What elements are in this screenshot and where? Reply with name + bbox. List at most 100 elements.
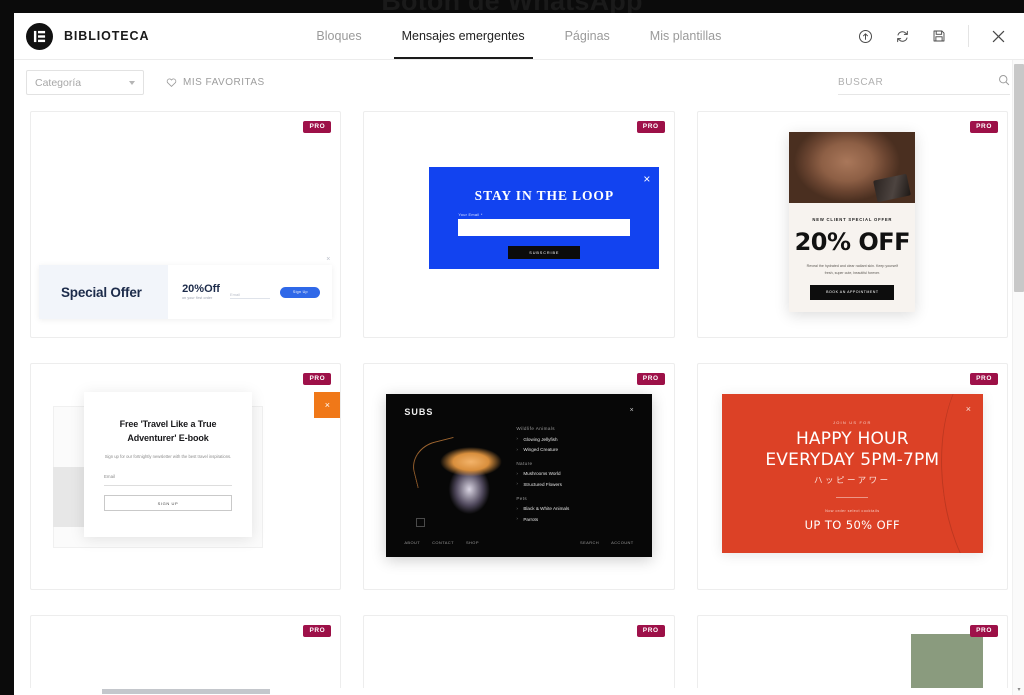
template-thumbnail: × JOIN US FOR HAPPY HOUR EVERYDAY 5PM-7P… — [698, 364, 1007, 589]
green-block — [911, 634, 983, 695]
special-offer-email-field: Email — [229, 285, 271, 299]
tab-bar: Bloques Mensajes emergentes Páginas Mis … — [296, 13, 741, 59]
pro-badge: PRO — [303, 625, 332, 637]
pro-badge: PRO — [303, 121, 332, 133]
happy-hour-japanese: ハッピーアワー — [813, 475, 891, 486]
menu-group-label: Pets — [516, 495, 528, 501]
pro-badge: PRO — [303, 373, 332, 385]
horizontal-scrollbar-thumb[interactable] — [102, 689, 270, 694]
template-thumbnail: NEW CLIENT SPECIAL OFFER 20% OFF Reveal … — [698, 112, 1007, 337]
special-offer-subtext: on your first order — [182, 296, 213, 301]
menu-item: Parrots — [516, 517, 569, 523]
filter-toolbar: Categoría MIS FAVORITAS — [14, 60, 1024, 105]
tab-mensajes-emergentes[interactable]: Mensajes emergentes — [382, 13, 545, 59]
search-icon[interactable] — [998, 73, 1010, 91]
close-icon: × — [314, 392, 341, 418]
special-offer-bar: Special Offer × 20%Off on your first ord… — [39, 256, 333, 319]
pro-badge: PRO — [636, 121, 665, 133]
footer-link: SHOP — [465, 540, 479, 545]
screen: Botón de WhatsApp BIBLIOTECA Bloques Men… — [0, 0, 1024, 695]
chevron-down-icon — [129, 80, 135, 85]
template-card-travel-ebook[interactable]: PRO Free 'Travel Like a True Adventurer'… — [30, 363, 342, 590]
my-favorites-button[interactable]: MIS FAVORITAS — [166, 77, 265, 88]
pro-badge: PRO — [970, 625, 998, 637]
close-icon: × — [643, 172, 651, 186]
template-card-partial-7[interactable]: PRO — [30, 615, 342, 695]
menu-item: Structured Flowers — [516, 482, 569, 488]
header-divider — [968, 25, 969, 47]
menu-group-label: Wildlife Animals — [516, 426, 555, 431]
header-actions — [741, 25, 1024, 47]
menu-item: Black & White Animals — [516, 507, 569, 512]
upload-icon[interactable] — [855, 26, 875, 46]
brand: BIBLIOTECA — [14, 22, 296, 50]
menu-item: Winged Creature — [516, 448, 569, 453]
modal-header: BIBLIOTECA Bloques Mensajes emergentes P… — [14, 13, 1024, 60]
template-card-special-offer-bar[interactable]: PRO Special Offer × 20%Off on your first… — [30, 111, 342, 338]
template-card-partial-8[interactable]: PRO Its a tip × — [363, 615, 675, 695]
template-card-partial-9[interactable]: PRO Hi — [696, 615, 1008, 695]
template-thumbnail: Hi — [698, 616, 1007, 695]
search-input[interactable] — [838, 76, 1010, 88]
menu-logo: SUBS — [404, 407, 434, 417]
brand-title: BIBLIOTECA — [64, 29, 150, 43]
search-box — [838, 71, 1010, 95]
pro-badge: PRO — [636, 373, 665, 385]
pro-badge: PRO — [636, 625, 665, 637]
close-icon: × — [326, 256, 331, 263]
travel-ebook-popup: Free 'Travel Like a True Adventurer' E-b… — [84, 392, 252, 537]
heart-icon — [166, 77, 177, 88]
happy-hour-note: Now order select cocktails — [825, 509, 880, 514]
category-select[interactable]: Categoría — [26, 70, 144, 95]
book-appointment-button: BOOK AN APPOINTMENT — [810, 284, 895, 300]
close-icon: × — [965, 404, 971, 414]
ebook-subtitle: Sign up for our fortnightly newsletter w… — [104, 454, 232, 459]
offer-headline: 20% OFF — [794, 228, 911, 256]
special-offer-title: Special Offer — [39, 265, 169, 319]
decorative-square — [416, 518, 426, 527]
footer-link: CONTACT — [432, 540, 454, 545]
happy-hour-headline-2: EVERYDAY 5PM-7PM — [765, 449, 940, 470]
template-thumbnail — [31, 616, 340, 695]
stay-in-the-loop-title: STAY IN THE LOOP — [474, 188, 614, 203]
pro-badge: PRO — [970, 373, 998, 385]
template-card-beauty-20-off[interactable]: PRO NEW CLIENT SPECIAL OFFER 20% OFF Rev… — [696, 111, 1008, 338]
tab-paginas[interactable]: Páginas — [545, 13, 630, 59]
special-offer-submit: Sign Up — [280, 286, 321, 298]
caret-down-icon[interactable]: ▾ — [1013, 683, 1024, 695]
subscribe-button: SUBSCRIBE — [508, 246, 581, 259]
save-icon[interactable] — [929, 26, 949, 46]
email-field-label: Email — [104, 474, 232, 487]
template-card-dark-fullscreen-menu[interactable]: PRO SUBS × Wildlife Animals Glowing Jell… — [363, 363, 675, 590]
divider — [836, 497, 869, 499]
sync-icon[interactable] — [892, 26, 912, 46]
template-grid-scroll[interactable]: PRO Special Offer × 20%Off on your first… — [14, 105, 1024, 695]
happy-hour-popup: × JOIN US FOR HAPPY HOUR EVERYDAY 5PM-7P… — [721, 394, 983, 553]
menu-footer: ABOUT CONTACT SHOP SEARCH ACCOUNT — [404, 540, 633, 545]
email-field-label: Your Email * — [458, 213, 483, 217]
menu-item: Mushrooms World — [516, 472, 569, 477]
dark-menu-popup: SUBS × Wildlife Animals Glowing Jellyfis… — [386, 394, 652, 557]
special-offer-discount: 20%Off — [182, 282, 220, 295]
vertical-scrollbar-thumb[interactable] — [1014, 64, 1024, 292]
tab-mis-plantillas[interactable]: Mis plantillas — [630, 13, 742, 59]
template-card-stay-in-the-loop[interactable]: PRO × STAY IN THE LOOP Your Email * SUBS… — [363, 111, 675, 338]
template-thumbnail: Special Offer × 20%Off on your first ord… — [31, 112, 340, 337]
menu-group-label: Nature — [516, 460, 533, 466]
happy-hour-discount: UP TO 50% OFF — [804, 518, 901, 533]
footer-link: SEARCH — [580, 540, 600, 545]
template-card-happy-hour[interactable]: PRO × JOIN US FOR HAPPY HOUR EVERYDAY 5P… — [696, 363, 1008, 590]
ebook-title: Free 'Travel Like a True Adventurer' E-b… — [119, 419, 217, 443]
template-thumbnail: Its a tip × — [364, 616, 673, 695]
template-thumbnail: Free 'Travel Like a True Adventurer' E-b… — [31, 364, 341, 589]
vertical-scrollbar[interactable]: ▴ ▾ — [1012, 60, 1024, 695]
my-favorites-label: MIS FAVORITAS — [183, 77, 265, 88]
footer-link: ABOUT — [404, 540, 421, 545]
horizontal-scrollbar[interactable] — [14, 688, 1024, 695]
close-icon[interactable] — [988, 26, 1008, 46]
happy-hour-kicker: JOIN US FOR — [833, 420, 872, 425]
tab-bloques[interactable]: Bloques — [296, 13, 381, 59]
pro-badge: PRO — [970, 121, 998, 133]
model-portrait-image — [789, 132, 916, 203]
special-offer-form: × 20%Off on your first order Email Sign … — [168, 256, 333, 319]
